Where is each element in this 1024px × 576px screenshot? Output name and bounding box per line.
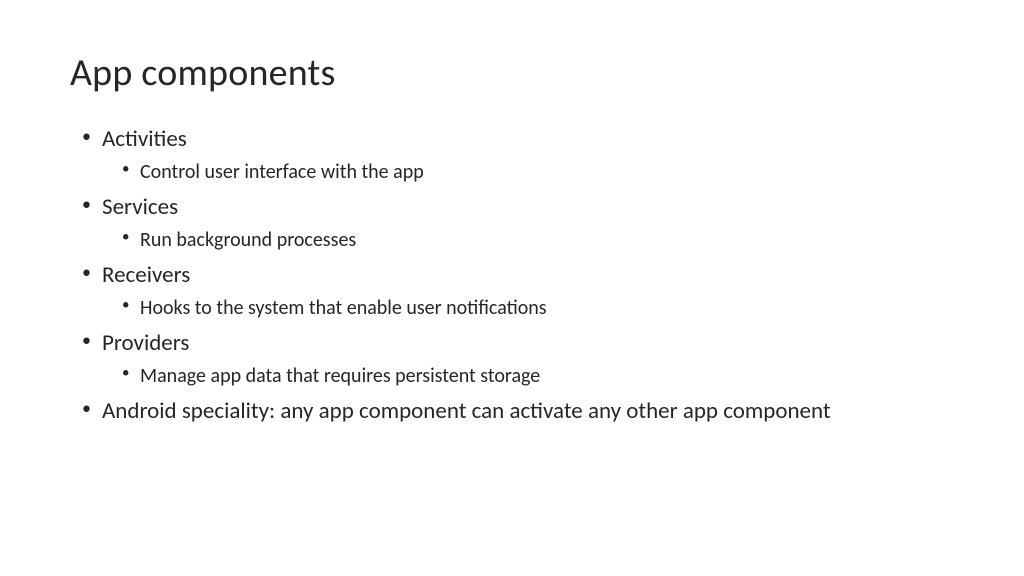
bullet-list: Activities Control user interface with t… <box>70 124 954 427</box>
bullet-label: Receivers <box>102 261 190 289</box>
sub-bullet-item: Hooks to the system that enable user not… <box>122 295 954 322</box>
sub-bullet-list: Hooks to the system that enable user not… <box>102 295 954 322</box>
bullet-label: Android speciality: any app component ca… <box>102 397 831 425</box>
sub-bullet-list: Manage app data that requires persistent… <box>102 363 954 390</box>
bullet-item-android-speciality: Android speciality: any app component ca… <box>82 396 954 427</box>
sub-bullet-item: Manage app data that requires persistent… <box>122 363 954 390</box>
bullet-item-services: Services Run background processes <box>82 192 954 254</box>
sub-bullet-list: Run background processes <box>102 227 954 254</box>
sub-bullet-list: Control user interface with the app <box>102 159 954 186</box>
bullet-item-providers: Providers Manage app data that requires … <box>82 328 954 390</box>
bullet-label: Activities <box>102 125 187 153</box>
sub-bullet-item: Run background processes <box>122 227 954 254</box>
bullet-item-receivers: Receivers Hooks to the system that enabl… <box>82 260 954 322</box>
sub-bullet-item: Control user interface with the app <box>122 159 954 186</box>
bullet-label: Providers <box>102 329 189 357</box>
slide-title: App components <box>70 50 954 96</box>
bullet-item-activities: Activities Control user interface with t… <box>82 124 954 186</box>
bullet-label: Services <box>102 193 178 221</box>
